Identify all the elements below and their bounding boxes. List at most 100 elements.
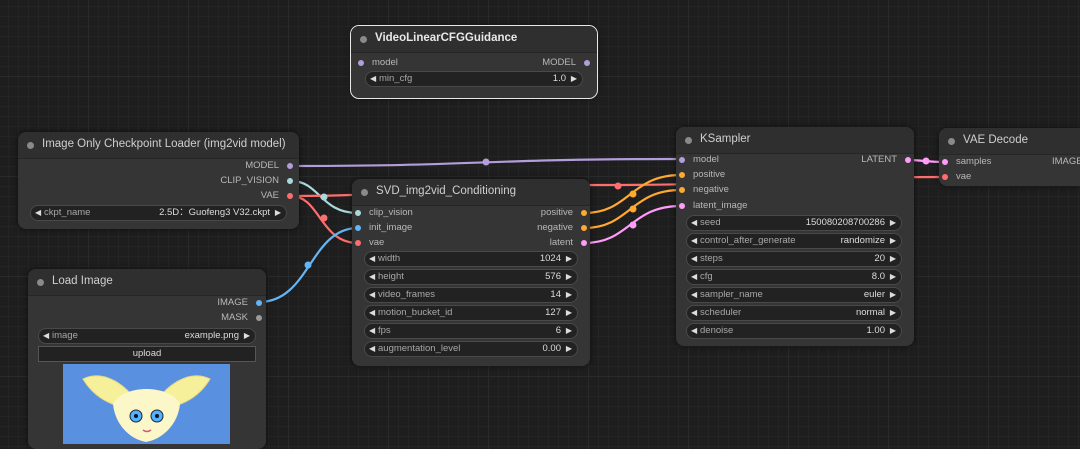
input-clip-vision[interactable]: clip_vision: [355, 206, 413, 220]
arrow-right-icon[interactable]: ▶: [566, 288, 572, 302]
node-load-image[interactable]: Load Image IMAGE MASK ◀ image example.png ▶…: [28, 269, 266, 449]
widget-video-frames[interactable]: ◀ video_frames 14 ▶: [364, 287, 578, 303]
collapse-dot-icon[interactable]: [360, 36, 367, 43]
widget-denoise[interactable]: ◀ denoise 1.00 ▶: [686, 323, 902, 339]
input-model[interactable]: model: [358, 56, 398, 70]
widget-motion-bucket-id[interactable]: ◀ motion_bucket_id 127 ▶: [364, 305, 578, 321]
widget-height[interactable]: ◀ height 576 ▶: [364, 269, 578, 285]
arrow-right-icon[interactable]: ▶: [890, 306, 896, 320]
upload-button[interactable]: upload: [38, 346, 256, 362]
arrow-left-icon[interactable]: ◀: [370, 72, 376, 86]
slot-dot-icon[interactable]: [256, 300, 262, 306]
input-init-image[interactable]: init_image: [355, 221, 412, 235]
arrow-left-icon[interactable]: ◀: [369, 288, 375, 302]
arrow-right-icon[interactable]: ▶: [890, 288, 896, 302]
slot-dot-icon[interactable]: [287, 193, 293, 199]
arrow-left-icon[interactable]: ◀: [43, 329, 49, 343]
slot-dot-icon[interactable]: [679, 172, 685, 178]
arrow-left-icon[interactable]: ◀: [691, 216, 697, 230]
arrow-left-icon[interactable]: ◀: [35, 206, 41, 220]
input-negative[interactable]: negative: [679, 183, 729, 197]
arrow-left-icon[interactable]: ◀: [691, 324, 697, 338]
arrow-left-icon[interactable]: ◀: [369, 270, 375, 284]
input-samples[interactable]: samples: [942, 155, 991, 169]
arrow-right-icon[interactable]: ▶: [566, 324, 572, 338]
arrow-left-icon[interactable]: ◀: [691, 234, 697, 248]
input-latent-image[interactable]: latent_image: [679, 199, 747, 213]
arrow-left-icon[interactable]: ◀: [691, 288, 697, 302]
collapse-dot-icon[interactable]: [37, 279, 44, 286]
arrow-right-icon[interactable]: ▶: [890, 234, 896, 248]
arrow-left-icon[interactable]: ◀: [369, 306, 375, 320]
slot-dot-icon[interactable]: [581, 240, 587, 246]
node-vae-decode[interactable]: VAE Decode samples vae IMAGE: [939, 128, 1080, 186]
output-mask[interactable]: MASK: [221, 311, 262, 325]
slot-dot-icon[interactable]: [679, 157, 685, 163]
output-latent[interactable]: LATENT: [861, 153, 911, 167]
widget-sampler-name[interactable]: ◀ sampler_name euler ▶: [686, 287, 902, 303]
input-model[interactable]: model: [679, 153, 719, 167]
arrow-left-icon[interactable]: ◀: [369, 252, 375, 266]
arrow-left-icon[interactable]: ◀: [369, 324, 375, 338]
slot-dot-icon[interactable]: [355, 240, 361, 246]
slot-dot-icon[interactable]: [581, 225, 587, 231]
slot-dot-icon[interactable]: [355, 225, 361, 231]
node-ksampler[interactable]: KSampler model positive negative latent_…: [676, 127, 914, 346]
arrow-right-icon[interactable]: ▶: [275, 206, 281, 220]
output-clip-vision[interactable]: CLIP_VISION: [220, 174, 293, 188]
node-title-bar[interactable]: KSampler: [676, 127, 914, 154]
collapse-dot-icon[interactable]: [948, 138, 955, 145]
collapse-dot-icon[interactable]: [361, 189, 368, 196]
output-image[interactable]: IMAGE: [217, 296, 262, 310]
output-model[interactable]: MODEL: [542, 56, 590, 70]
slot-dot-icon[interactable]: [355, 210, 361, 216]
node-title-bar[interactable]: VideoLinearCFGGuidance: [351, 26, 597, 53]
node-title-bar[interactable]: Load Image: [28, 269, 266, 296]
slot-dot-icon[interactable]: [679, 187, 685, 193]
input-positive[interactable]: positive: [679, 168, 725, 182]
slot-dot-icon[interactable]: [358, 60, 364, 66]
output-model[interactable]: MODEL: [245, 159, 293, 173]
slot-dot-icon[interactable]: [287, 163, 293, 169]
arrow-right-icon[interactable]: ▶: [890, 270, 896, 284]
widget-steps[interactable]: ◀ steps 20 ▶: [686, 251, 902, 267]
output-image[interactable]: IMAGE: [1052, 155, 1080, 169]
arrow-left-icon[interactable]: ◀: [691, 252, 697, 266]
slot-dot-icon[interactable]: [584, 60, 590, 66]
slot-dot-icon[interactable]: [287, 178, 293, 184]
widget-augmentation-level[interactable]: ◀ augmentation_level 0.00 ▶: [364, 341, 578, 357]
input-vae[interactable]: vae: [355, 236, 384, 250]
arrow-right-icon[interactable]: ▶: [566, 342, 572, 356]
slot-dot-icon[interactable]: [942, 159, 948, 165]
widget-control-after-generate[interactable]: ◀ control_after_generate randomize ▶: [686, 233, 902, 249]
slot-dot-icon[interactable]: [581, 210, 587, 216]
input-vae[interactable]: vae: [942, 170, 971, 184]
output-vae[interactable]: VAE: [261, 189, 293, 203]
node-video-linear-cfg-guidance[interactable]: VideoLinearCFGGuidance model MODEL ◀ min_…: [350, 25, 598, 99]
output-positive[interactable]: positive: [541, 206, 587, 220]
widget-cfg[interactable]: ◀ cfg 8.0 ▶: [686, 269, 902, 285]
widget-ckpt-name[interactable]: ◀ ckpt_name 2.5D：Guofeng3 V32.ckpt ▶: [30, 205, 287, 221]
arrow-right-icon[interactable]: ▶: [571, 72, 577, 86]
arrow-right-icon[interactable]: ▶: [566, 270, 572, 284]
slot-dot-icon[interactable]: [942, 174, 948, 180]
widget-width[interactable]: ◀ width 1024 ▶: [364, 251, 578, 267]
output-negative[interactable]: negative: [537, 221, 587, 235]
widget-fps[interactable]: ◀ fps 6 ▶: [364, 323, 578, 339]
arrow-right-icon[interactable]: ▶: [244, 329, 250, 343]
widget-seed[interactable]: ◀ seed 150080208700286 ▶: [686, 215, 902, 231]
node-title-bar[interactable]: VAE Decode: [939, 128, 1080, 155]
node-image-only-checkpoint-loader[interactable]: Image Only Checkpoint Loader (img2vid mo…: [18, 132, 299, 229]
arrow-left-icon[interactable]: ◀: [691, 306, 697, 320]
node-title-bar[interactable]: Image Only Checkpoint Loader (img2vid mo…: [18, 132, 299, 159]
widget-min-cfg[interactable]: ◀ min_cfg 1.0 ▶: [365, 71, 583, 87]
arrow-right-icon[interactable]: ▶: [890, 252, 896, 266]
slot-dot-icon[interactable]: [256, 315, 262, 321]
arrow-right-icon[interactable]: ▶: [566, 252, 572, 266]
slot-dot-icon[interactable]: [905, 157, 911, 163]
arrow-left-icon[interactable]: ◀: [369, 342, 375, 356]
arrow-left-icon[interactable]: ◀: [691, 270, 697, 284]
slot-dot-icon[interactable]: [679, 203, 685, 209]
arrow-right-icon[interactable]: ▶: [566, 306, 572, 320]
collapse-dot-icon[interactable]: [27, 142, 34, 149]
